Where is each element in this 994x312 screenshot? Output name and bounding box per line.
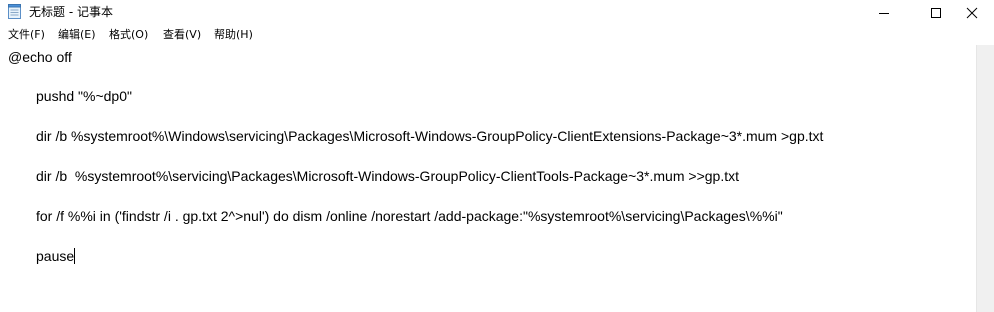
close-icon — [966, 7, 978, 18]
text-caret — [74, 248, 76, 264]
code-line-5: for /f %%i in ('findstr /i . gp.txt 2^>n… — [36, 208, 783, 224]
text-editor[interactable]: @echo off pushd "%~dp0" dir /b %systemro… — [0, 45, 976, 312]
menu-bar: 文件(F) 编辑(E) 格式(O) 查看(V) 帮助(H) — [0, 25, 994, 45]
window-title: 无标题 - 记事本 — [29, 5, 113, 19]
notepad-icon — [8, 4, 21, 19]
code-line-2: pushd "%~dp0" — [36, 88, 132, 104]
maximize-icon — [931, 7, 941, 18]
title-bar[interactable]: 无标题 - 记事本 — [0, 0, 994, 25]
code-line-1: @echo off — [8, 49, 72, 65]
code-line-6: pause — [36, 247, 76, 265]
code-line-4: dir /b %systemroot%\servicing\Packages\M… — [36, 168, 739, 184]
minimize-button[interactable] — [862, 0, 906, 25]
menu-help[interactable]: 帮助(H) — [214, 27, 253, 43]
menu-edit[interactable]: 编辑(E) — [58, 27, 96, 43]
vertical-scrollbar[interactable] — [976, 45, 994, 312]
minimize-icon — [879, 12, 889, 14]
close-button[interactable] — [950, 0, 994, 25]
code-line-3: dir /b %systemroot%\Windows\servicing\Pa… — [36, 128, 824, 144]
menu-view[interactable]: 查看(V) — [163, 27, 201, 43]
notepad-window: 无标题 - 记事本 文件(F) 编辑(E) 格式(O) 查看(V) 帮助(H) … — [0, 0, 994, 312]
menu-file[interactable]: 文件(F) — [8, 27, 45, 43]
menu-format[interactable]: 格式(O) — [109, 27, 148, 43]
code-line-6-text: pause — [36, 248, 75, 264]
